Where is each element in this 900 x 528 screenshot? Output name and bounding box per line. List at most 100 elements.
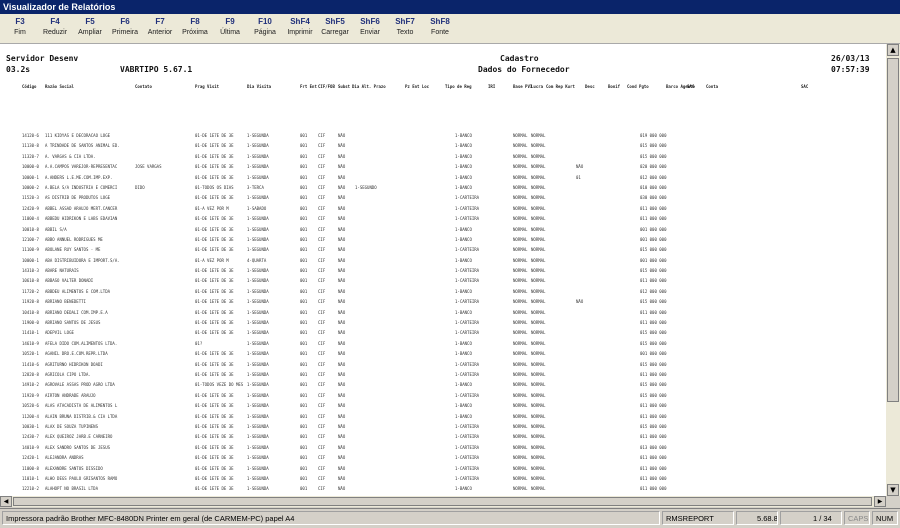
- report-page: Servidor Desenv 03.2s VABRTIPO 5.67.1 Ca…: [0, 44, 886, 496]
- table-cell: NORMAL: [531, 309, 546, 315]
- table-cell: NORMAL: [531, 403, 546, 409]
- vertical-scrollbar[interactable]: ▲ ▼: [886, 44, 900, 496]
- toolbar-button-enviar[interactable]: ShF6 Enviar: [352, 16, 388, 38]
- table-cell: 011 000 000: [640, 205, 667, 211]
- table-cell: 1-BANCO: [455, 226, 472, 232]
- table-cell: 1-BANCO: [455, 133, 472, 138]
- table-row: 11100-9 ABOLANE RUY SANTOS - ME 01-DE 1E7E…: [0, 244, 886, 254]
- toolbar-button-primeira[interactable]: F6 Primeira: [107, 16, 143, 38]
- table-cell: 1-BANCO: [455, 143, 472, 149]
- toolbar-button-anterior[interactable]: F7 Anterior: [142, 16, 178, 38]
- table-cell: CIF: [318, 195, 326, 201]
- report-server: Servidor Desenv: [6, 54, 79, 63]
- table-cell: NORMAL: [513, 475, 528, 481]
- toolbar-button-fonte[interactable]: ShF8 Fonte: [422, 16, 458, 38]
- table-cell: 01-DE 1E7E DE 3E: [195, 320, 234, 326]
- table-cell: ADEPVIL LOGE: [45, 330, 74, 336]
- table-cell: 14010-9: [22, 444, 39, 450]
- table-cell: 1-SABADO: [247, 205, 267, 211]
- table-cell: 015 000 000: [640, 330, 667, 336]
- table-cell: NORMAL: [531, 371, 546, 377]
- table-cell: NORMAL: [513, 257, 528, 263]
- table-cell: 015 000 000: [640, 153, 667, 159]
- scroll-right-icon[interactable]: ▶: [874, 496, 886, 507]
- toolbar-button-ultima[interactable]: F9 Última: [212, 16, 248, 38]
- column-header: Código: [22, 84, 37, 89]
- table-cell: NORMAL: [531, 216, 546, 222]
- table-cell: 11000-8: [22, 465, 39, 471]
- table-row: 12420-9 ABBEL ASSAD ARAUJO MERT.CANCER 01-…: [0, 203, 886, 213]
- table-cell: NORMAL: [531, 392, 546, 398]
- table-cell: NORMAL: [531, 174, 546, 180]
- toolbar-key: F10: [258, 17, 272, 26]
- table-cell: 015 000 000: [640, 382, 667, 388]
- horizontal-scrollbar[interactable]: ◀ ▶: [0, 496, 886, 507]
- table-cell: 10000-0: [22, 164, 39, 170]
- table-row: 10610-8 ABBASO VALTER DONADI 01-DE 1E7E DE…: [0, 275, 886, 285]
- table-cell: 1-SEGUNDA: [247, 455, 269, 461]
- scroll-left-icon[interactable]: ◀: [0, 496, 12, 507]
- toolbar-label: Reduzir: [42, 29, 68, 36]
- table-cell: 1-SEGUNDA: [247, 216, 269, 222]
- table-cell: 1-BANCO: [455, 340, 472, 346]
- column-header: IRI: [488, 84, 496, 89]
- table-cell: ALEX QUEIROZ JARB.E CARNEIRO: [45, 434, 113, 440]
- toolbar-button-pagina[interactable]: F10 Página: [247, 16, 283, 38]
- table-cell: 015 000 000: [640, 361, 667, 367]
- table-row: 14310-3 ABARE NATURAIS 01-DE 1E7E DE 3E 1-S…: [0, 265, 886, 275]
- table-cell: 001: [300, 174, 308, 180]
- table-cell: 01-DE 1E7E DE 3E: [195, 278, 234, 284]
- table-cell: CIF: [318, 444, 326, 450]
- table-cell: CIF: [318, 330, 326, 336]
- toolbar-label: Enviar: [360, 29, 380, 36]
- table-cell: 011 000 000: [640, 278, 667, 284]
- table-cell: 11410-1: [22, 330, 39, 336]
- table-cell: 11900-0: [22, 320, 39, 326]
- table-cell: NÃO: [338, 320, 346, 326]
- table-cell: AGRITURNO HIDRIKON DOADI: [45, 361, 103, 367]
- table-cell: 001: [300, 392, 308, 398]
- table-cell: NÃO: [338, 268, 346, 274]
- toolbar-button-ampliar[interactable]: F5 Ampliar: [72, 16, 108, 38]
- toolbar-button-proxima[interactable]: F8 Próxima: [177, 16, 213, 38]
- table-cell: 001: [300, 340, 308, 346]
- table-cell: 001: [300, 278, 308, 284]
- table-cell: NORMAL: [531, 195, 546, 201]
- horizontal-scroll-thumb[interactable]: [13, 497, 872, 506]
- table-cell: 1-SEGUNDA: [247, 309, 269, 315]
- table-cell: AGROVALE ASSAS PROD AGRO LTDA: [45, 382, 115, 388]
- toolbar-button-reduzir[interactable]: F4 Reduzir: [37, 16, 73, 38]
- table-cell: 01-DE 1E7E DE 3E: [195, 288, 234, 294]
- table-cell: 1-SEGUNDA: [247, 403, 269, 409]
- toolbar-button-texto[interactable]: ShF7 Texto: [387, 16, 423, 38]
- vertical-scroll-thumb[interactable]: [887, 58, 899, 402]
- toolbar-key: ShF6: [360, 17, 380, 26]
- table-cell: 1-BANCO: [455, 403, 472, 409]
- table-cell: NÃO: [338, 486, 346, 492]
- column-header: Dia Visita: [247, 84, 272, 89]
- table-cell: 11000-4: [22, 216, 39, 222]
- toolbar-key: F3: [15, 17, 25, 26]
- table-cell: 001 000 000: [640, 236, 667, 242]
- toolbar-button-carregar[interactable]: ShF5 Carregar: [317, 16, 353, 38]
- table-cell: 1-SEGUNDA: [247, 434, 269, 440]
- table-cell: 1-SEGUNDA: [247, 413, 269, 419]
- toolbar-key: F8: [190, 17, 200, 26]
- toolbar-button-imprimir[interactable]: ShF4 Imprimir: [282, 16, 318, 38]
- toolbar-button-fim[interactable]: F3 Fim: [2, 16, 38, 38]
- scroll-up-icon[interactable]: ▲: [887, 44, 899, 56]
- column-header: SAC: [801, 84, 809, 89]
- toolbar-label: Imprimir: [287, 29, 313, 36]
- table-cell: NORMAL: [513, 184, 528, 190]
- table-cell: 11920-9: [22, 392, 39, 398]
- column-header: Lucra: [531, 84, 544, 89]
- table-cell: 11720-2: [22, 288, 39, 294]
- scroll-down-icon[interactable]: ▼: [887, 484, 899, 496]
- table-cell: 011 000 000: [640, 320, 667, 326]
- table-cell: ALAS ATACADISTA DE ALIMENTOS L: [45, 403, 118, 409]
- table-cell: 1-CARTEIRA: [455, 371, 480, 377]
- table-cell: NÃO: [338, 475, 346, 481]
- table-cell: 001: [300, 288, 308, 294]
- table-row: 10520-1 AGANIL DRO.E.COM.REPR.LTDA 01-DE 1…: [0, 348, 886, 358]
- toolbar-key: F4: [50, 17, 60, 26]
